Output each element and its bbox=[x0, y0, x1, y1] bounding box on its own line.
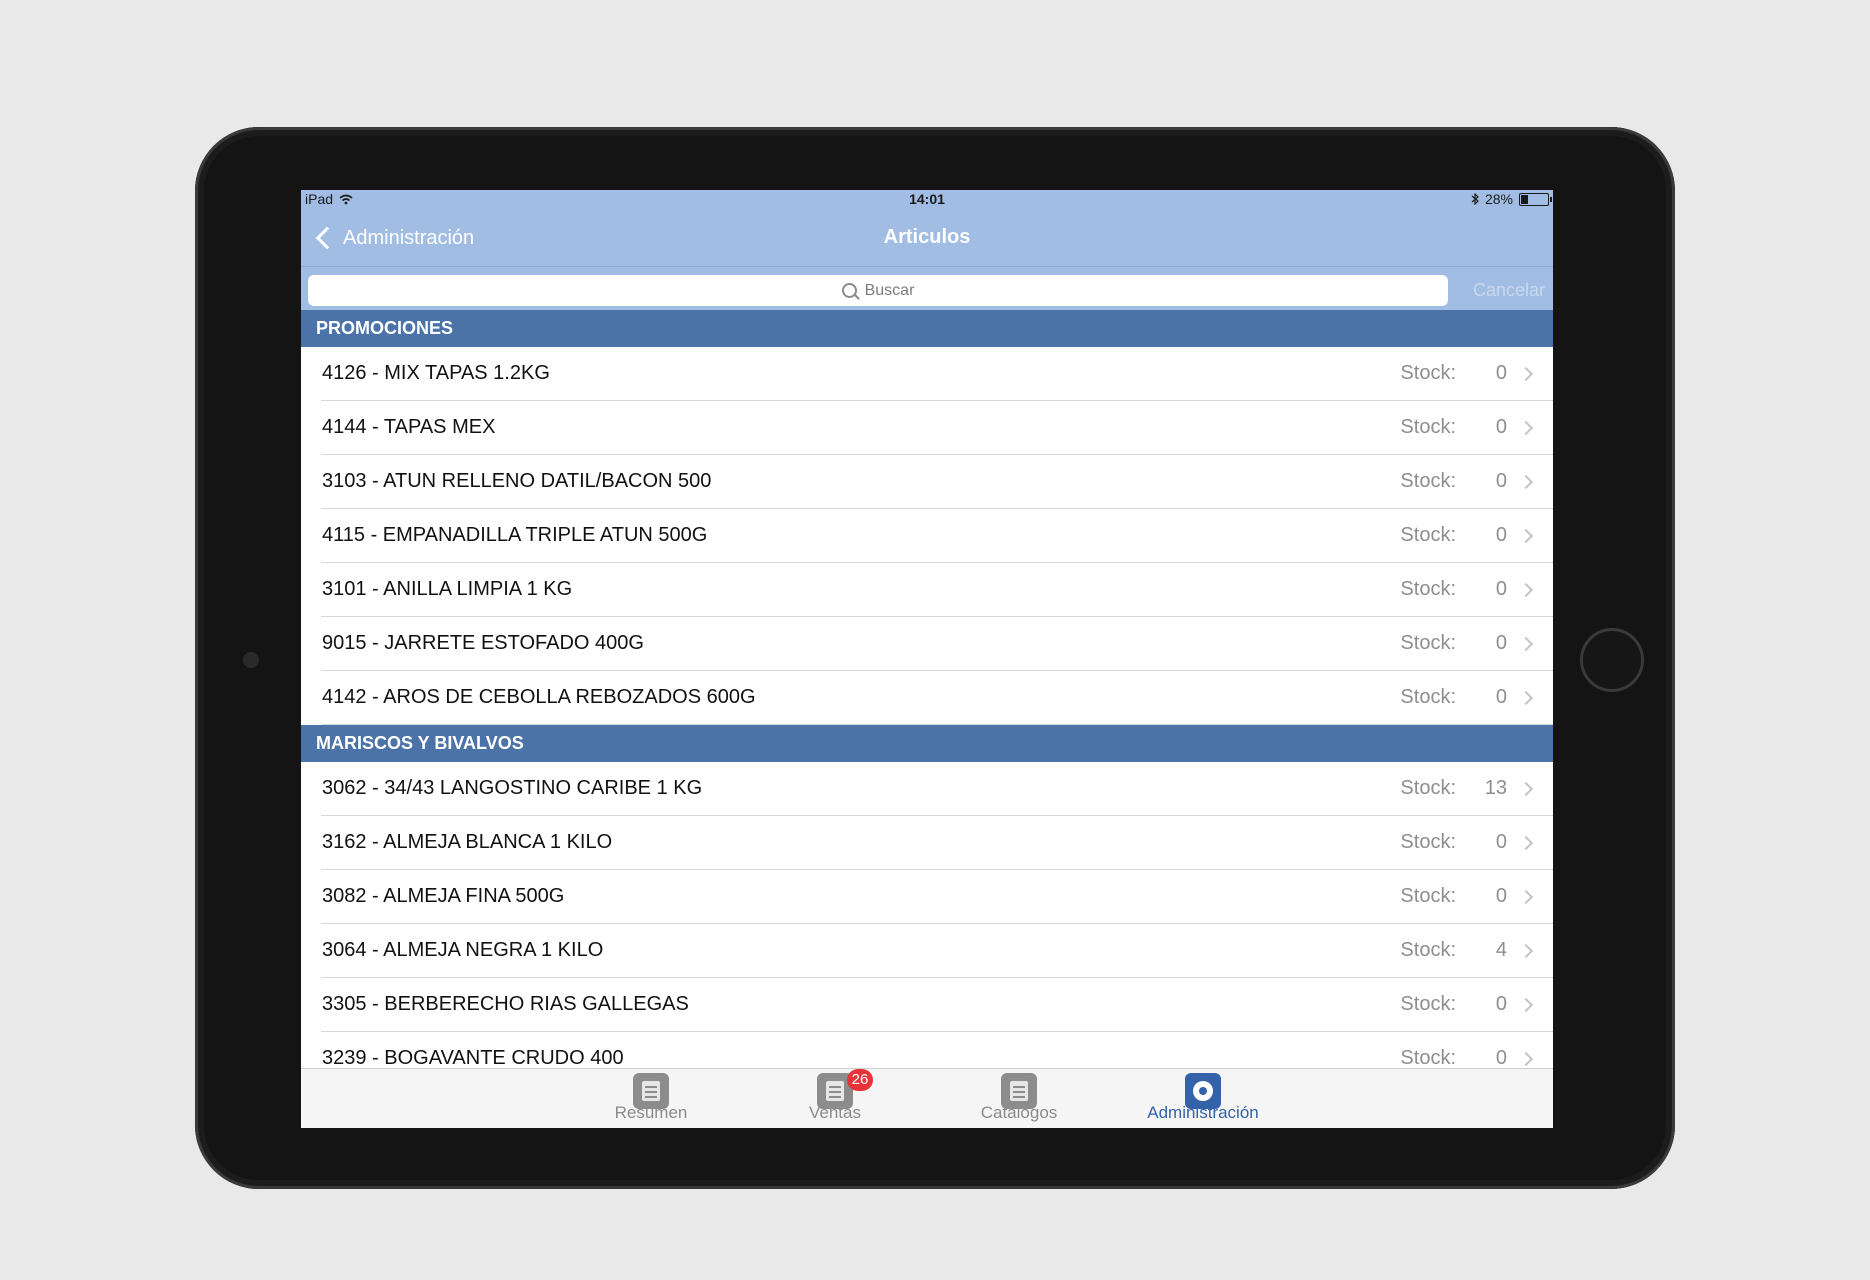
tab-resumen[interactable]: Resumen bbox=[581, 1073, 721, 1123]
item-name: 4144 - TAPAS MEX bbox=[322, 416, 496, 438]
chevron-right-icon bbox=[1518, 420, 1534, 436]
search-input[interactable]: Buscar bbox=[308, 275, 1448, 306]
chevron-right-icon bbox=[1518, 1051, 1534, 1067]
item-name: 9015 - JARRETE ESTOFADO 400G bbox=[322, 632, 644, 654]
stock-label: Stock: bbox=[1400, 524, 1456, 546]
stock-label: Stock: bbox=[1400, 686, 1456, 708]
top-bar: iPad 14:01 28% Administración Articulos bbox=[301, 190, 1553, 266]
chevron-right-icon bbox=[1518, 690, 1534, 706]
item-name: 4142 - AROS DE CEBOLLA REBOZADOS 600G bbox=[322, 686, 756, 708]
chevron-right-icon bbox=[1518, 528, 1534, 544]
stock-value: 0 bbox=[1495, 416, 1507, 438]
stock-label: Stock: bbox=[1400, 362, 1456, 384]
search-bar: Buscar Cancelar bbox=[301, 266, 1553, 311]
search-icon bbox=[841, 283, 857, 298]
status-bar: iPad 14:01 28% bbox=[301, 190, 1553, 210]
tab-administracion[interactable]: Administración bbox=[1133, 1073, 1273, 1123]
page-title: Articulos bbox=[883, 226, 971, 248]
section-header: PROMOCIONES bbox=[301, 310, 1553, 347]
stock-label: Stock: bbox=[1400, 578, 1456, 600]
list-item[interactable]: 3064 - ALMEJA NEGRA 1 KILO Stock: 4 bbox=[301, 924, 1553, 978]
stock-value: 0 bbox=[1495, 885, 1507, 907]
list-item[interactable]: 3103 - ATUN RELLENO DATIL/BACON 500 Stoc… bbox=[301, 455, 1553, 509]
stock-label: Stock: bbox=[1400, 993, 1456, 1015]
item-name: 3305 - BERBERECHO RIAS GALLEGAS bbox=[322, 993, 689, 1015]
stock-label: Stock: bbox=[1400, 470, 1456, 492]
stock-label: Stock: bbox=[1400, 831, 1456, 853]
list-item[interactable]: 9015 - JARRETE ESTOFADO 400G Stock: 0 bbox=[301, 617, 1553, 671]
articles-list: PROMOCIONES 4126 - MIX TAPAS 1.2KG Stock… bbox=[301, 310, 1553, 1086]
chevron-right-icon bbox=[1518, 366, 1534, 382]
navigation-bar: Administración Articulos bbox=[301, 210, 1553, 266]
stock-label: Stock: bbox=[1400, 885, 1456, 907]
list-item[interactable]: 4115 - EMPANADILLA TRIPLE ATUN 500G Stoc… bbox=[301, 509, 1553, 563]
item-name: 3082 - ALMEJA FINA 500G bbox=[322, 885, 565, 907]
chevron-right-icon bbox=[1518, 997, 1534, 1013]
list-item[interactable]: 4144 - TAPAS MEX Stock: 0 bbox=[301, 401, 1553, 455]
stock-value: 0 bbox=[1495, 1047, 1507, 1069]
stock-value: 0 bbox=[1495, 578, 1507, 600]
chevron-right-icon bbox=[1518, 474, 1534, 490]
stock-value: 0 bbox=[1495, 686, 1507, 708]
item-name: 3162 - ALMEJA BLANCA 1 KILO bbox=[322, 831, 613, 853]
stock-label: Stock: bbox=[1400, 1047, 1456, 1069]
stock-label: Stock: bbox=[1400, 939, 1456, 961]
list-item[interactable]: 3062 - 34/43 LANGOSTINO CARIBE 1 KG Stoc… bbox=[301, 762, 1553, 816]
tab-catalogos[interactable]: Catalogos bbox=[949, 1073, 1089, 1123]
chevron-right-icon bbox=[1518, 781, 1534, 797]
item-name: 3239 - BOGAVANTE CRUDO 400 bbox=[322, 1047, 624, 1069]
chevron-right-icon bbox=[1518, 889, 1534, 905]
battery-percent: 28% bbox=[1484, 191, 1513, 207]
chevron-right-icon bbox=[1518, 636, 1534, 652]
list-item[interactable]: 4142 - AROS DE CEBOLLA REBOZADOS 600G St… bbox=[301, 671, 1553, 725]
item-name: 3062 - 34/43 LANGOSTINO CARIBE 1 KG bbox=[322, 777, 703, 799]
catalog-icon bbox=[1001, 1073, 1037, 1109]
stock-value: 0 bbox=[1495, 831, 1507, 853]
stock-value: 0 bbox=[1495, 993, 1507, 1015]
search-placeholder: Buscar bbox=[864, 281, 915, 299]
section-header: MARISCOS Y BIVALVOS bbox=[301, 725, 1553, 762]
status-right: 28% bbox=[1471, 191, 1552, 207]
cancel-button[interactable]: Cancelar bbox=[1473, 280, 1545, 301]
chevron-right-icon bbox=[1518, 943, 1534, 959]
stock-label: Stock: bbox=[1400, 416, 1456, 438]
stock-value: 13 bbox=[1484, 777, 1507, 799]
item-name: 4126 - MIX TAPAS 1.2KG bbox=[322, 362, 550, 384]
list-item[interactable]: 3101 - ANILLA LIMPIA 1 KG Stock: 0 bbox=[301, 563, 1553, 617]
tab-ventas[interactable]: 26 Ventas bbox=[765, 1069, 905, 1123]
stock-value: 0 bbox=[1495, 362, 1507, 384]
stock-label: Stock: bbox=[1400, 632, 1456, 654]
screen: iPad 14:01 28% Administración Articulos … bbox=[301, 190, 1553, 1128]
list-item[interactable]: 3082 - ALMEJA FINA 500G Stock: 0 bbox=[301, 870, 1553, 924]
notification-badge: 26 bbox=[847, 1069, 873, 1091]
chevron-right-icon bbox=[1518, 835, 1534, 851]
item-name: 3064 - ALMEJA NEGRA 1 KILO bbox=[322, 939, 604, 961]
list-item[interactable]: 3305 - BERBERECHO RIAS GALLEGAS Stock: 0 bbox=[301, 978, 1553, 1032]
chevron-right-icon bbox=[1518, 582, 1534, 598]
battery-icon bbox=[1519, 192, 1552, 206]
gear-icon bbox=[1185, 1073, 1221, 1109]
stock-value: 4 bbox=[1495, 939, 1507, 961]
item-name: 3103 - ATUN RELLENO DATIL/BACON 500 bbox=[322, 470, 712, 492]
item-name: 4115 - EMPANADILLA TRIPLE ATUN 500G bbox=[322, 524, 708, 546]
home-button[interactable] bbox=[1580, 628, 1644, 692]
stock-value: 0 bbox=[1495, 524, 1507, 546]
stock-label: Stock: bbox=[1400, 777, 1456, 799]
item-name: 3101 - ANILLA LIMPIA 1 KG bbox=[322, 578, 573, 600]
list-item[interactable]: 3162 - ALMEJA BLANCA 1 KILO Stock: 0 bbox=[301, 816, 1553, 870]
camera bbox=[243, 652, 259, 668]
tab-bar: Resumen 26 Ventas Catalogos Administraci… bbox=[301, 1068, 1553, 1128]
sales-icon: 26 bbox=[817, 1069, 873, 1109]
stock-value: 0 bbox=[1495, 632, 1507, 654]
bluetooth-icon bbox=[1471, 193, 1479, 205]
document-icon bbox=[633, 1073, 669, 1109]
stock-value: 0 bbox=[1495, 470, 1507, 492]
list-item[interactable]: 4126 - MIX TAPAS 1.2KG Stock: 0 bbox=[301, 347, 1553, 401]
status-time: 14:01 bbox=[909, 191, 945, 207]
